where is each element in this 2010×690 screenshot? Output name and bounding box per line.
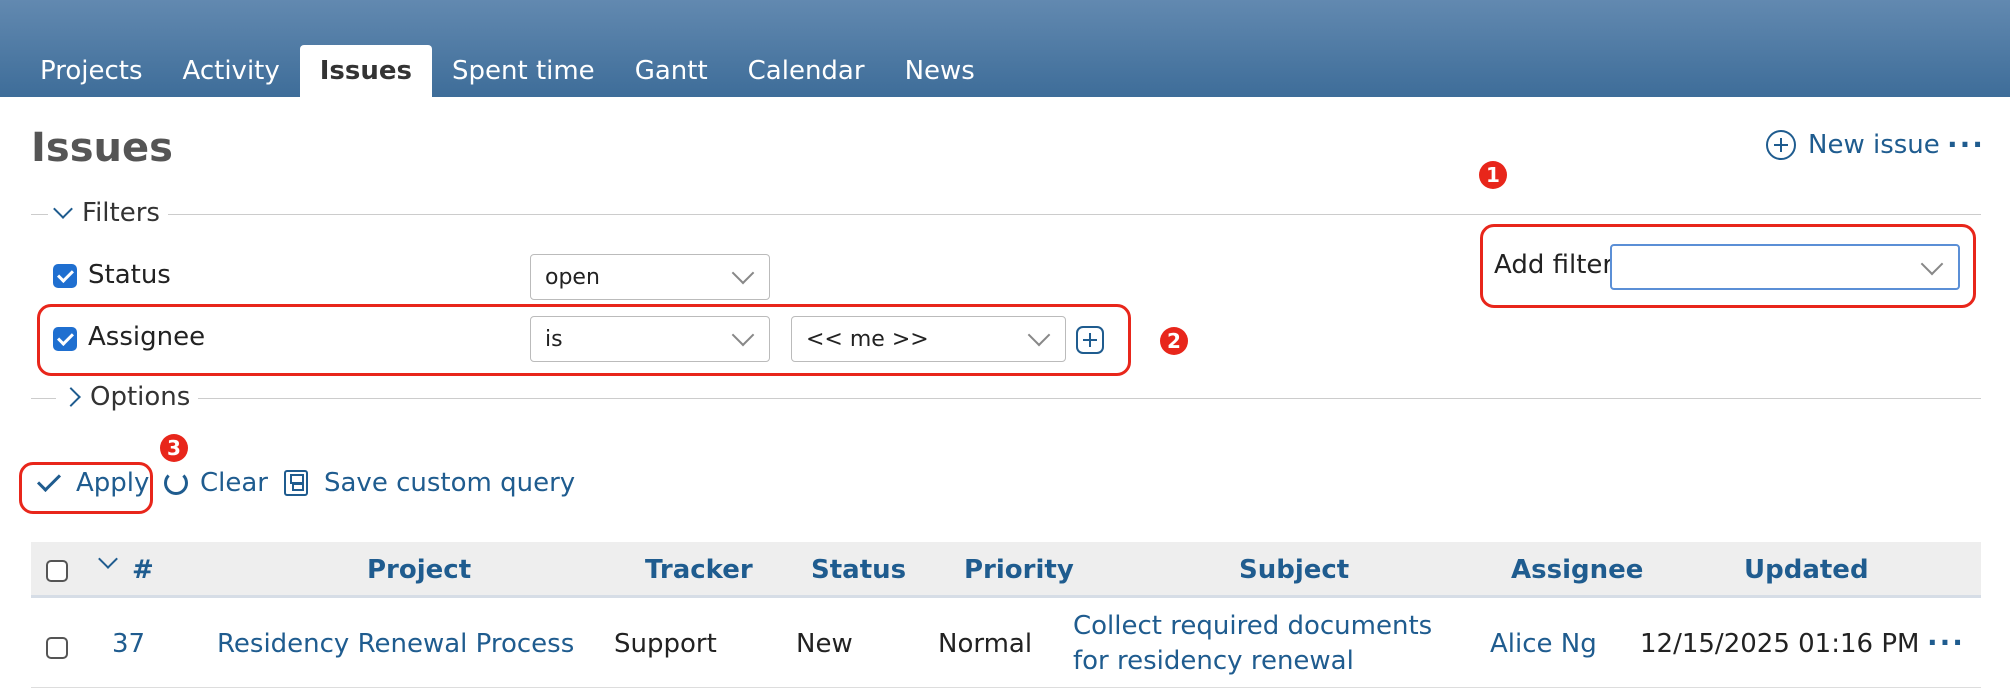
row-checkbox[interactable] [46,637,68,659]
options-divider [31,398,1981,399]
row-more-actions-icon[interactable]: ··· [1927,626,1965,659]
save-custom-query-button[interactable]: Save custom query [284,468,575,498]
save-custom-query-label: Save custom query [324,468,576,498]
more-actions-icon[interactable]: ··· [1947,128,1985,161]
issues-table-header: # Project Tracker Status Priority Subjec… [31,542,1981,598]
status-filter-checkbox[interactable] [53,264,77,288]
annotation-badge-3: 3 [160,434,188,462]
refresh-icon [164,471,188,495]
issue-subject-line-1[interactable]: Collect required documents [1073,611,1432,641]
tab-calendar[interactable]: Calendar [728,45,885,97]
tab-projects[interactable]: Projects [20,45,163,97]
annotation-box-assignee-filter [37,304,1131,376]
issue-assignee-link[interactable]: Alice Ng [1490,629,1597,659]
issue-updated: 12/15/2025 01:16 PM [1640,629,1920,659]
filters-legend: Filters [82,198,160,228]
tab-spent-time[interactable]: Spent time [432,45,615,97]
main-tabs: Projects Activity Issues Spent time Gant… [20,45,995,97]
new-issue-link[interactable]: New issue [1766,130,1940,160]
column-header-subject[interactable]: Subject [1239,542,1349,598]
page-title: Issues [31,125,173,171]
issue-priority: Normal [938,629,1033,659]
column-header-id[interactable]: # [132,542,154,598]
chevron-right-icon [61,387,81,407]
column-header-assignee[interactable]: Assignee [1511,542,1643,598]
issue-project-link[interactable]: Residency Renewal Process [217,629,574,659]
tab-activity[interactable]: Activity [163,45,300,97]
annotation-badge-2: 2 [1160,327,1188,355]
status-filter-label: Status [88,260,171,290]
column-header-tracker[interactable]: Tracker [645,542,753,598]
tab-gantt[interactable]: Gantt [615,45,728,97]
status-operator-select[interactable]: open [530,254,770,300]
annotation-badge-1: 1 [1479,161,1507,189]
select-all-checkbox[interactable] [46,560,68,582]
tab-news[interactable]: News [885,45,995,97]
issue-subject-line-2[interactable]: for residency renewal [1073,646,1354,676]
plus-circle-icon [1766,130,1796,160]
annotation-box-apply [19,462,153,514]
new-issue-label: New issue [1808,130,1940,160]
chevron-down-icon [53,199,73,219]
column-header-updated[interactable]: Updated [1744,542,1869,598]
tab-issues[interactable]: Issues [299,45,432,97]
clear-button[interactable]: Clear [164,468,268,498]
status-operator-value: open [545,265,600,290]
issue-id-link[interactable]: 37 [112,629,145,659]
clear-label: Clear [200,468,268,498]
column-header-priority[interactable]: Priority [964,542,1074,598]
options-legend: Options [90,382,191,412]
filters-toggle[interactable]: Filters [48,198,168,228]
save-icon [284,470,308,496]
issue-tracker: Support [614,629,717,659]
options-toggle[interactable]: Options [56,382,199,412]
issue-status: New [796,629,853,659]
chevron-down-icon[interactable] [98,549,118,569]
annotation-box-add-filter [1480,224,1976,308]
table-row: 37 Residency Renewal Process Support New… [31,600,1981,688]
chevron-down-icon [731,261,755,285]
column-header-project[interactable]: Project [367,542,471,598]
column-header-status[interactable]: Status [811,542,906,598]
filters-divider [31,214,1981,215]
